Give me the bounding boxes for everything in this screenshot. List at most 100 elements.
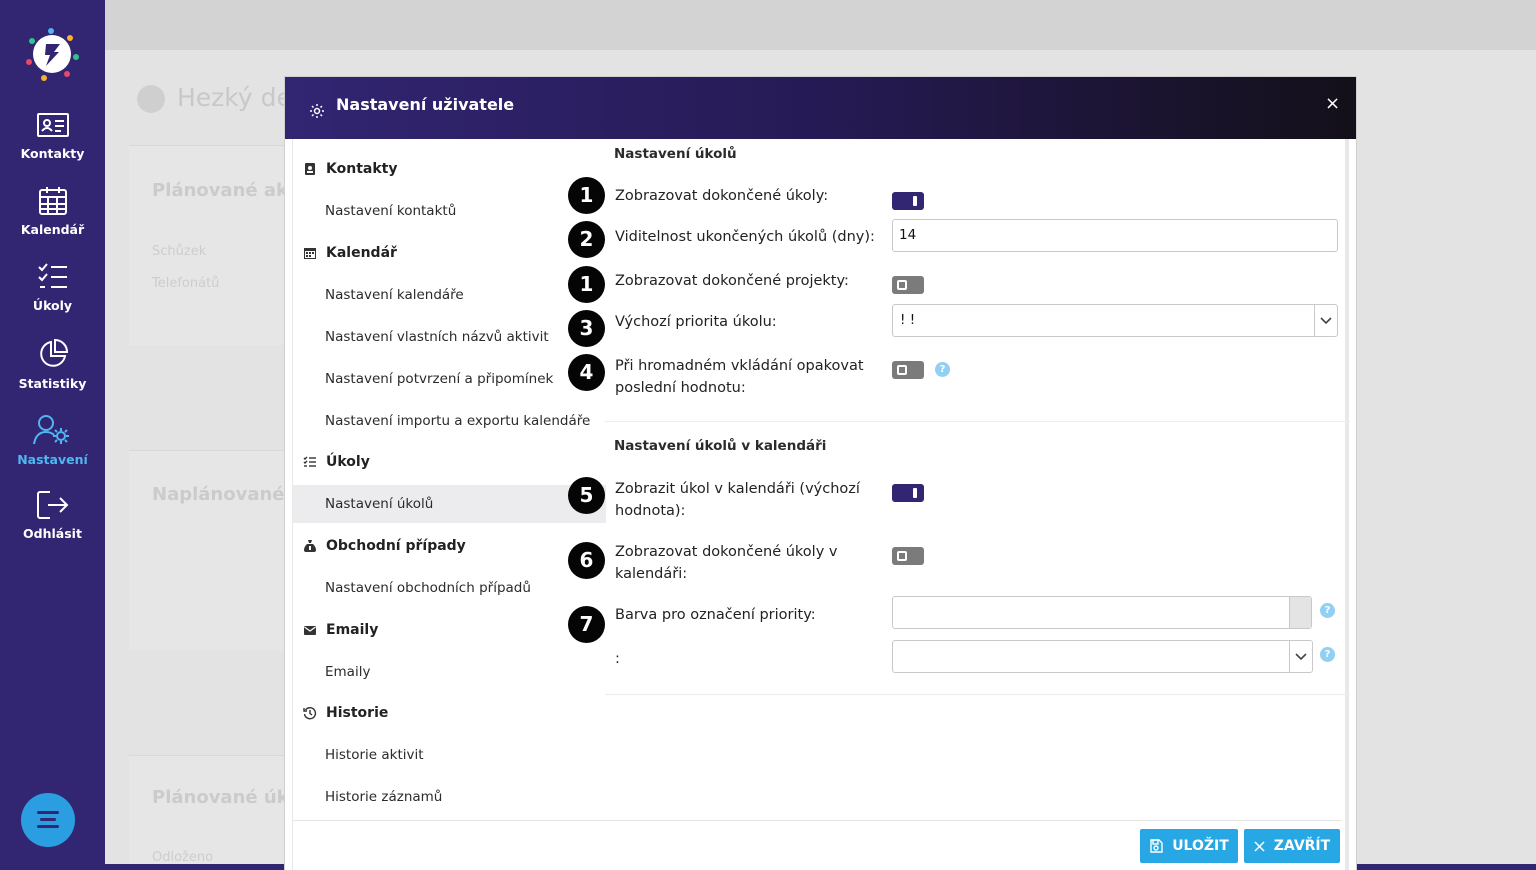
users-gear-icon [32, 415, 69, 445]
menu-item-emaily[interactable]: Emaily [293, 653, 606, 691]
select-value: ! ! [900, 312, 916, 328]
menu-group-ukoly: Úkoly [303, 454, 370, 470]
envelope-icon [304, 626, 316, 635]
menu-item-historie-zaznamu[interactable]: Historie záznamů [293, 778, 606, 816]
save-button[interactable]: ULOŽIT [1140, 829, 1238, 863]
menu-item-nazvy-aktivit[interactable]: Nastavení vlastních názvů aktivit [293, 318, 606, 356]
nav-label: Statistiky [18, 376, 87, 391]
menu-group-kontakty: Kontakty [303, 161, 397, 177]
field-label: Zobrazit úkol v kalendáři (výchozí hodno… [615, 481, 860, 519]
menu-group-label: Kalendář [326, 245, 397, 261]
help-icon[interactable]: ? [935, 362, 950, 377]
history-icon [303, 707, 317, 720]
step-number: 3 [568, 310, 605, 347]
dashboard-section-title: Plánované úk [152, 787, 289, 808]
field-label: Zobrazovat dokončené úkoly v kalendáři: [615, 544, 838, 582]
menu-item-obchodni-pripady[interactable]: Nastavení obchodních případů [293, 569, 606, 607]
nav-odhlasit[interactable]: Odhlásit [0, 490, 105, 560]
calendar-icon [304, 248, 316, 259]
show-completed-tasks-toggle[interactable] [892, 192, 924, 210]
money-bag-icon [304, 540, 316, 552]
menu-group-label: Historie [326, 705, 389, 721]
chevron-down-icon [1289, 641, 1312, 672]
visibility-days-input[interactable]: 14 [892, 219, 1338, 252]
task-list-icon [303, 456, 316, 467]
dashboard-row-label: Schůzek [152, 244, 207, 259]
calendar-icon [38, 187, 67, 215]
menu-group-emaily: Emaily [303, 622, 378, 638]
menu-item-nastaveni-ukolu[interactable]: Nastavení úkolů [293, 485, 606, 523]
step-number: 7 [568, 606, 605, 643]
step-number: 6 [568, 542, 605, 579]
nav-label: Úkoly [32, 298, 73, 313]
section-title: Nastavení úkolů v kalendáři [614, 438, 827, 454]
nav-ukoly[interactable]: Úkoly [0, 262, 105, 332]
dashboard-row-label: Telefonátů [152, 276, 220, 291]
menu-group-label: Úkoly [326, 454, 370, 470]
priority-color-input[interactable] [892, 596, 1312, 629]
close-icon[interactable]: × [1325, 93, 1340, 114]
help-icon[interactable]: ? [1320, 603, 1335, 618]
modal-body: Kontakty Nastavení kontaktů Kalendář Nas… [292, 139, 1350, 870]
menu-group-label: Emaily [326, 622, 379, 638]
save-label: ULOŽIT [1172, 838, 1229, 854]
nav-kontakty[interactable]: Kontakty [0, 110, 105, 180]
menu-group-obchodni-pripady: Obchodní případy [303, 538, 466, 554]
app-logo[interactable] [24, 26, 80, 82]
contact-card-icon [36, 113, 69, 137]
menu-item-nastaveni-kalendare[interactable]: Nastavení kalendáře [293, 276, 606, 314]
top-bar [105, 0, 1536, 50]
field-label: : [615, 651, 620, 667]
field-label: Výchozí priorita úkolu: [615, 314, 777, 330]
show-in-calendar-toggle[interactable] [892, 484, 924, 502]
chat-button[interactable] [21, 793, 75, 847]
color-swatch[interactable] [1289, 597, 1311, 628]
field-label: Zobrazovat dokončené úkoly: [615, 188, 829, 204]
dashboard-greeting: Hezký de [177, 83, 292, 112]
footer-divider [293, 820, 1342, 821]
gear-icon [310, 104, 324, 118]
close-button[interactable]: ZAVŘÍT [1244, 829, 1340, 863]
step-number: 4 [568, 354, 605, 391]
close-label: ZAVŘÍT [1273, 838, 1331, 854]
menu-item-import-export[interactable]: Nastavení importu a exportu kalendáře [293, 402, 606, 440]
logout-icon [36, 491, 68, 519]
nav-label: Odhlásit [23, 526, 82, 541]
default-priority-select[interactable]: ! ! [892, 304, 1338, 337]
dashboard-row-label: Odloženo [152, 850, 214, 865]
help-icon[interactable]: ? [1320, 647, 1335, 662]
step-number: 5 [568, 477, 605, 514]
nav-label: Kalendář [20, 222, 85, 237]
chevron-down-icon [1314, 305, 1337, 336]
section-divider [605, 694, 1350, 695]
contact-book-icon [305, 163, 315, 175]
nav-label: Nastavení [17, 452, 88, 467]
menu-item-historie-aktivit[interactable]: Historie aktivit [293, 736, 606, 774]
nav-kalendar[interactable]: Kalendář [0, 186, 105, 256]
show-completed-in-calendar-toggle[interactable] [892, 547, 924, 565]
menu-item-nastaveni-kontaktu[interactable]: Nastavení kontaktů [293, 192, 606, 230]
repeat-last-value-toggle[interactable] [892, 361, 924, 379]
menu-group-label: Kontakty [326, 161, 398, 177]
nav-nastaveni[interactable]: Nastavení [0, 414, 105, 484]
show-completed-projects-toggle[interactable] [892, 276, 924, 294]
menu-group-label: Obchodní případy [326, 538, 466, 554]
step-number: 1 [568, 177, 605, 214]
pie-chart-icon [39, 338, 68, 367]
menu-group-historie: Historie [303, 705, 388, 721]
extra-select[interactable] [892, 640, 1313, 673]
floppy-disk-icon [1150, 839, 1163, 853]
menu-item-potvrzeni-pripominek[interactable]: Nastavení potvrzení a připomínek [293, 360, 606, 398]
nav-statistiky[interactable]: Statistiky [0, 338, 105, 408]
field-label: Viditelnost ukončených úkolů (dny): [615, 229, 875, 245]
menu-group-kalendar: Kalendář [303, 245, 397, 261]
dashboard-section-title: Naplánované [152, 484, 285, 505]
close-icon [1254, 840, 1265, 852]
settings-modal: Nastavení uživatele × Kontakty Nastavení… [285, 77, 1356, 870]
step-number: 2 [568, 221, 605, 258]
chat-icon [37, 811, 59, 828]
modal-title: Nastavení uživatele [336, 95, 515, 114]
field-label: Při hromadném vkládání opakovat poslední… [615, 358, 864, 396]
modal-header: Nastavení uživatele × [285, 77, 1356, 139]
sidebar: Kontakty Kalendář Úkoly Statistiky Nasta… [0, 0, 105, 870]
